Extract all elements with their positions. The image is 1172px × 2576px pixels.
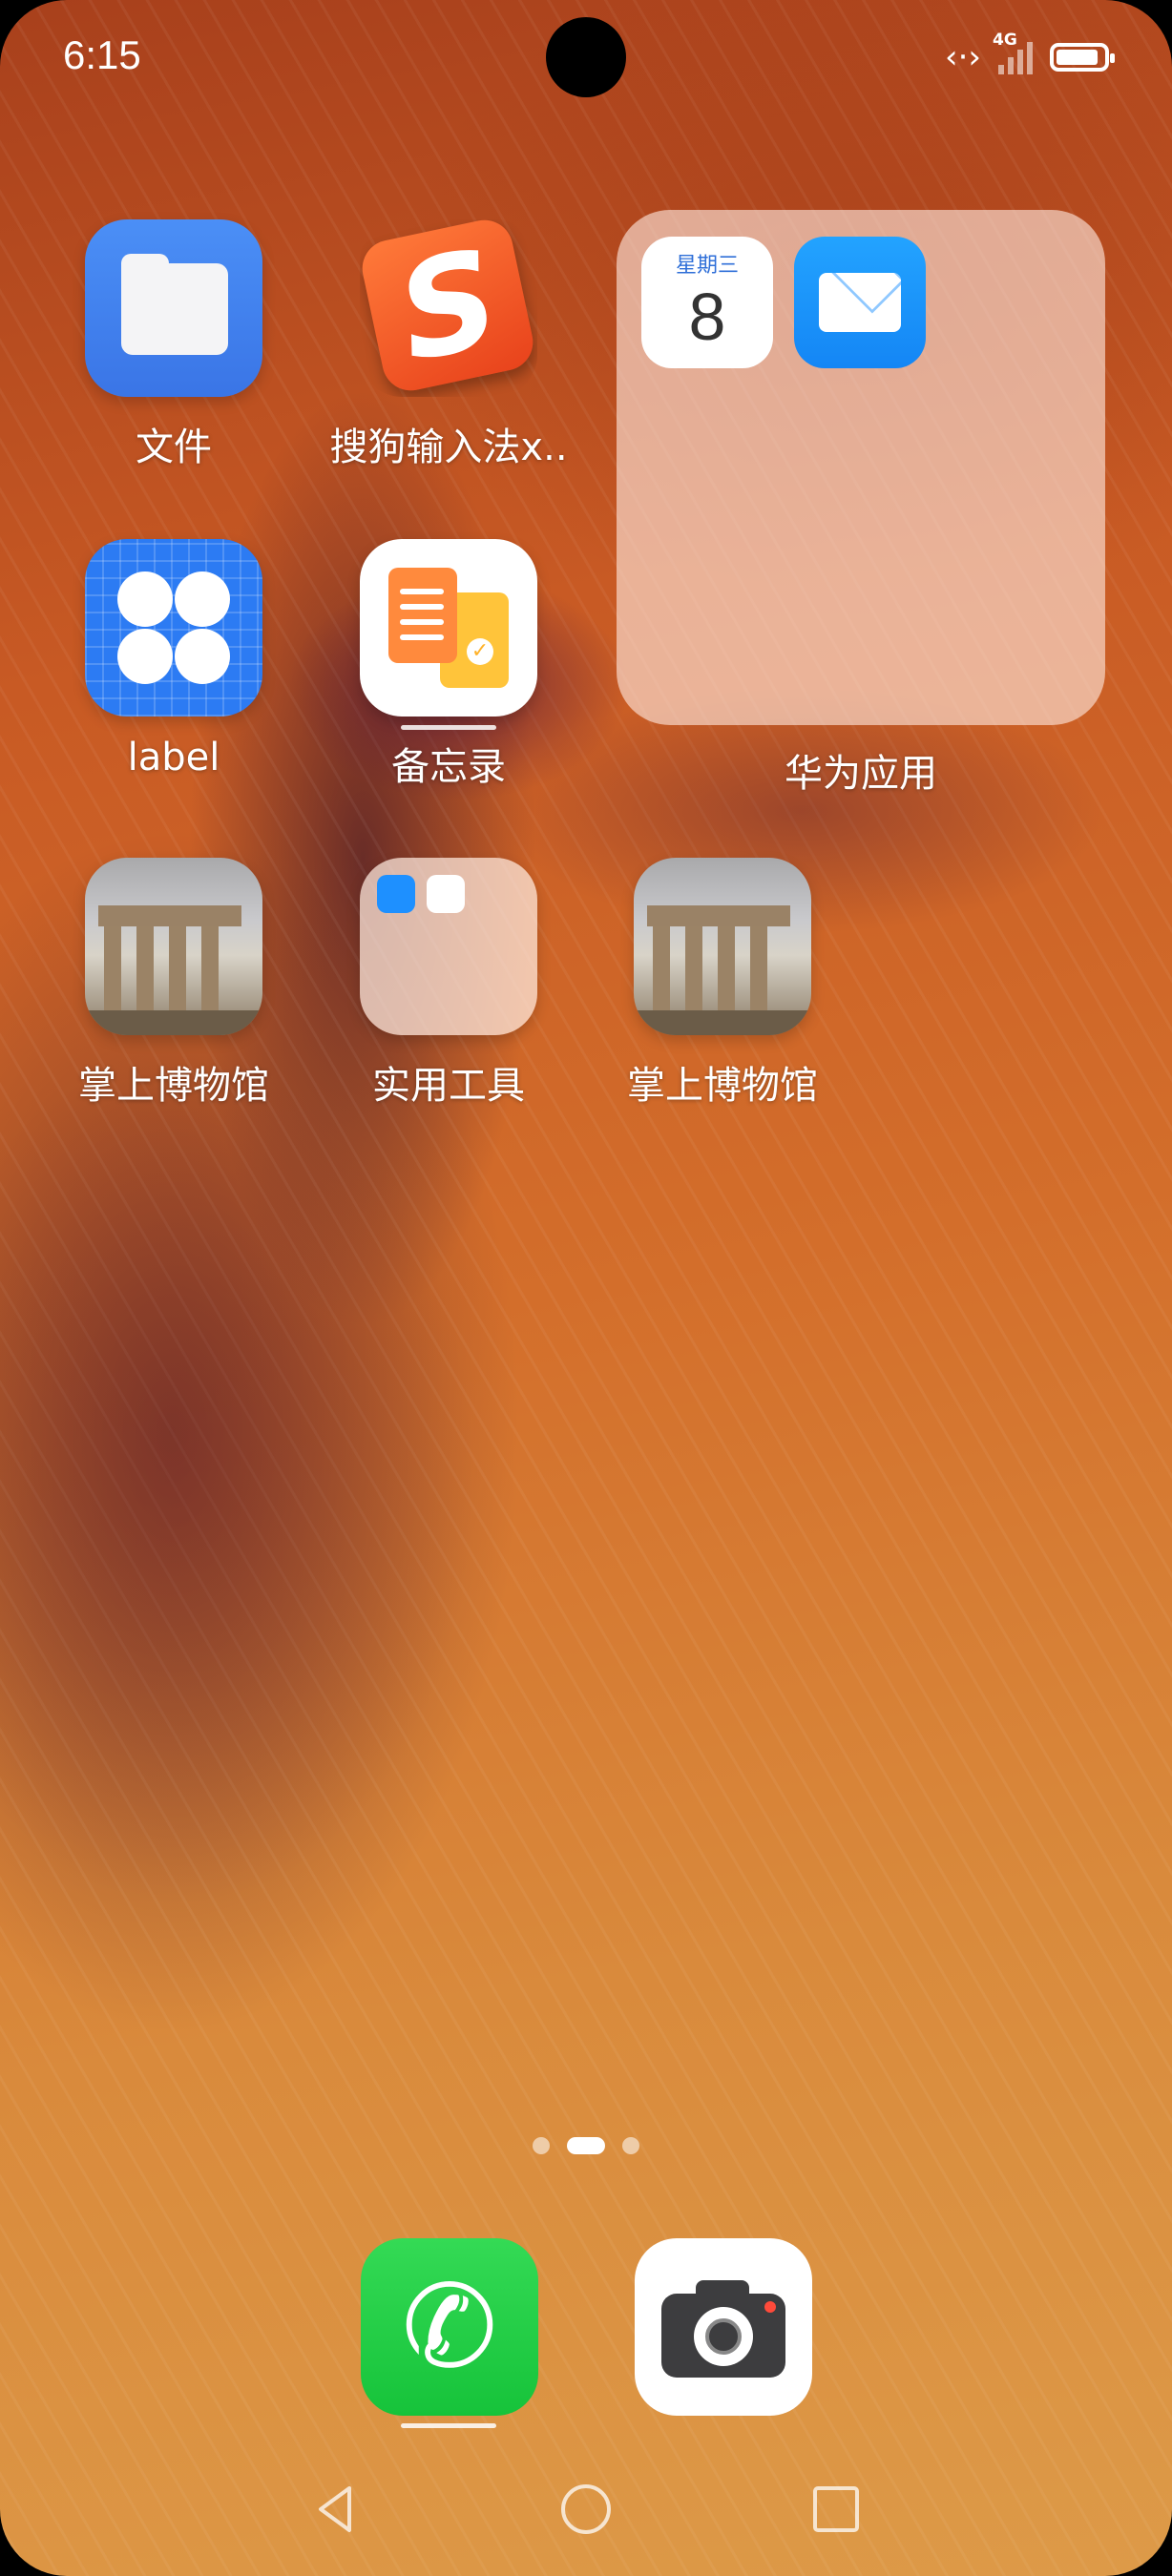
utilities-folder-icon — [360, 858, 537, 1035]
sogou-input-icon: S — [360, 219, 537, 397]
app-label: 文件 — [136, 426, 212, 469]
files-folder-icon — [85, 219, 262, 397]
phone-icon[interactable]: ✆ — [361, 2238, 538, 2416]
battery-fill — [1057, 50, 1098, 65]
museum-temple-icon — [85, 858, 262, 1035]
recents-icon[interactable] — [807, 2481, 865, 2538]
email-icon[interactable] — [794, 237, 926, 368]
app-label: 实用工具 — [372, 1064, 525, 1108]
app-label: label — [127, 736, 220, 779]
app-label: 掌上博物馆 — [627, 1064, 818, 1108]
back-icon[interactable] — [307, 2481, 365, 2538]
page-dot[interactable] — [533, 2137, 550, 2154]
app-files[interactable]: 文件 — [54, 219, 293, 471]
app-label: 掌上博物馆 — [78, 1064, 269, 1108]
app-label: 搜狗输入法x.. — [329, 426, 568, 469]
page-dot-active[interactable] — [567, 2137, 605, 2154]
folder-label: 华为应用 — [785, 752, 937, 796]
status-icons: ‹·› 4G — [944, 31, 1115, 76]
calendar-day: 8 — [688, 280, 726, 354]
calendar-icon[interactable]: 星期三 8 — [641, 237, 773, 368]
home-icon[interactable] — [557, 2481, 615, 2538]
folder-utilities[interactable]: 实用工具 — [329, 858, 568, 1110]
front-camera-cutout — [546, 17, 626, 97]
grid-flower-icon — [85, 539, 262, 717]
app-museum[interactable]: 掌上博物馆 — [54, 858, 293, 1110]
data-transfer-icon: ‹·› — [944, 38, 981, 76]
app-sogou-input[interactable]: S 搜狗输入法x.. — [329, 219, 568, 471]
network-type-label: 4G — [993, 31, 1017, 50]
museum-temple-icon — [634, 858, 811, 1035]
memo-icon: ✓ — [360, 539, 537, 717]
app-memo[interactable]: ✓ 备忘录 — [329, 539, 568, 791]
app-running-indicator — [401, 725, 496, 730]
contacts-icon — [377, 875, 415, 913]
app-label-app[interactable]: label — [54, 539, 293, 779]
signal-icon: 4G — [993, 31, 1033, 74]
page-dot[interactable] — [622, 2137, 639, 2154]
wallpaper-swirl — [0, 1049, 477, 1908]
calendar-weekday: 星期三 — [675, 254, 739, 278]
app-label: 备忘录 — [391, 745, 506, 789]
camera-icon[interactable] — [635, 2238, 812, 2416]
folder-huawei-apps[interactable]: 星期三 8 — [617, 210, 1105, 725]
calculator-icon — [427, 875, 465, 913]
status-bar: 6:15 ‹·› 4G — [0, 0, 1172, 114]
page-indicator[interactable] — [0, 2137, 1172, 2154]
status-time: 6:15 — [63, 32, 141, 77]
app-running-indicator — [401, 2423, 496, 2428]
home-screen: 6:15 ‹·› 4G 文件 S 搜狗输入法x.. 星期三 8 华为应用 lab… — [0, 0, 1172, 2576]
battery-icon — [1050, 43, 1115, 72]
app-museum-2[interactable]: 掌上博物馆 — [603, 858, 842, 1110]
